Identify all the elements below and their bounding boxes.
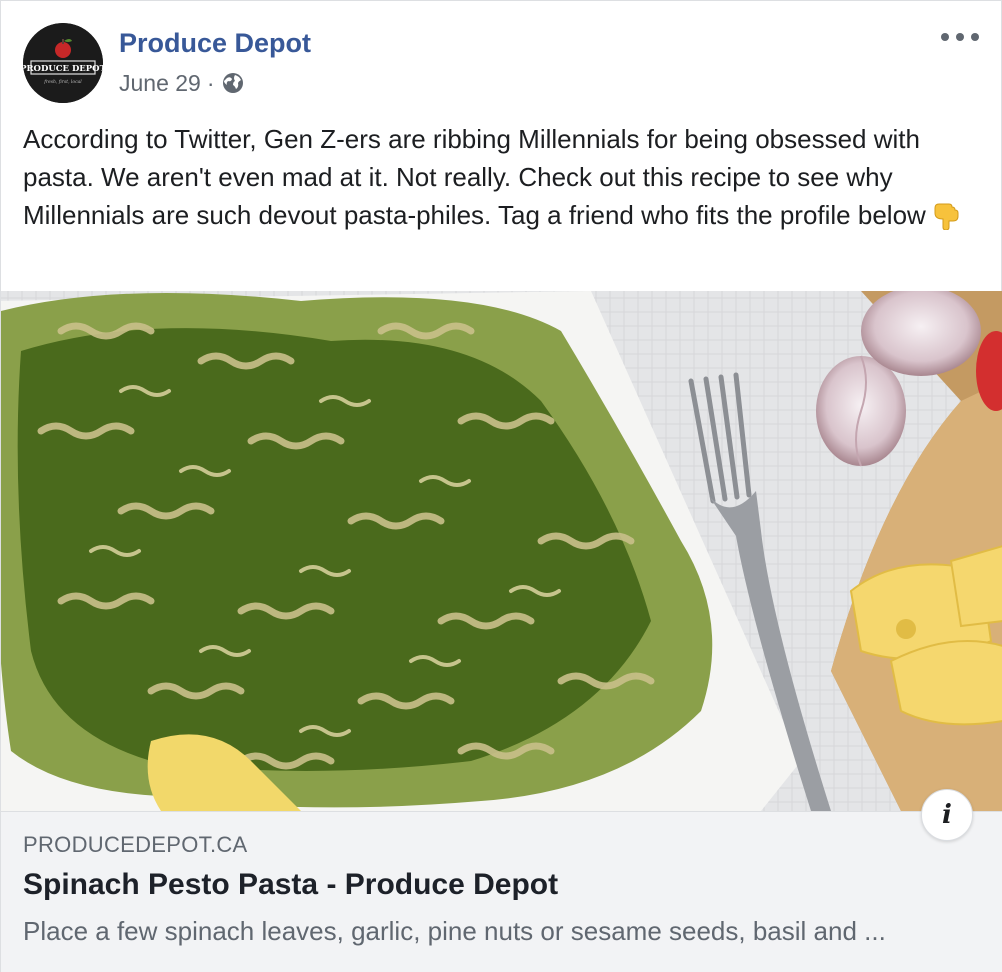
info-icon[interactable]: i — [921, 789, 973, 841]
link-domain: PRODUCEDEPOT.CA — [23, 832, 248, 857]
post-message-text: According to Twitter, Gen Z-ers are ribb… — [23, 124, 926, 230]
pointing-down-hand-icon — [932, 200, 960, 231]
more-dot — [971, 33, 979, 41]
page-avatar[interactable]: PRODUCE DEPOT fresh, first, local — [23, 23, 103, 103]
post-message: According to Twitter, Gen Z-ers are ribb… — [23, 120, 983, 234]
apple-icon — [55, 42, 71, 58]
more-options-icon[interactable] — [941, 23, 979, 51]
link-preview-caption[interactable]: PRODUCEDEPOT.CA Spinach Pesto Pasta - Pr… — [1, 811, 1002, 972]
page-name-link[interactable]: Produce Depot — [119, 28, 311, 59]
meta-separator: · — [206, 69, 215, 96]
globe-icon[interactable] — [221, 71, 245, 95]
logo-tagline: fresh, first, local — [43, 79, 82, 85]
produce-depot-logo: PRODUCE DEPOT fresh, first, local — [23, 23, 103, 103]
link-preview-card[interactable]: PRODUCEDEPOT.CA Spinach Pesto Pasta - Pr… — [1, 291, 1002, 972]
post-date[interactable]: June 29 — [119, 70, 201, 97]
more-dot — [941, 33, 949, 41]
facebook-post: PRODUCE DEPOT fresh, first, local Produc… — [0, 0, 1002, 972]
link-title[interactable]: Spinach Pesto Pasta - Produce Depot — [23, 868, 558, 902]
logo-text: PRODUCE DEPOT — [23, 64, 103, 74]
post-meta: June 29 · — [119, 69, 245, 97]
link-description: Place a few spinach leaves, garlic, pine… — [23, 916, 886, 946]
more-dot — [956, 33, 964, 41]
link-preview-image[interactable] — [1, 291, 1002, 811]
